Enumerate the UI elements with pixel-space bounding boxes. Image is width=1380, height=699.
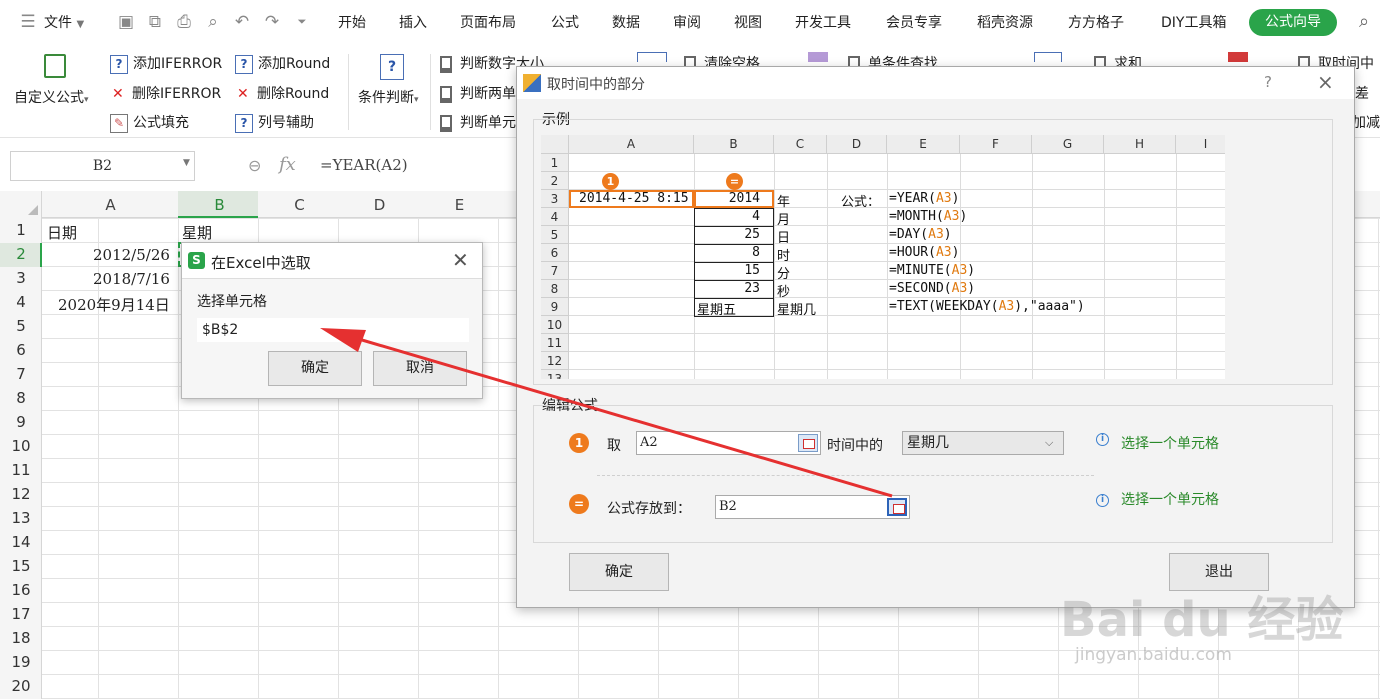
baidu-watermark-url: jingyan.baidu.com bbox=[1075, 645, 1232, 665]
arrow-line bbox=[361, 338, 893, 498]
baidu-watermark: Bai du 经验 bbox=[1060, 592, 1344, 648]
arrow-head bbox=[320, 328, 366, 352]
